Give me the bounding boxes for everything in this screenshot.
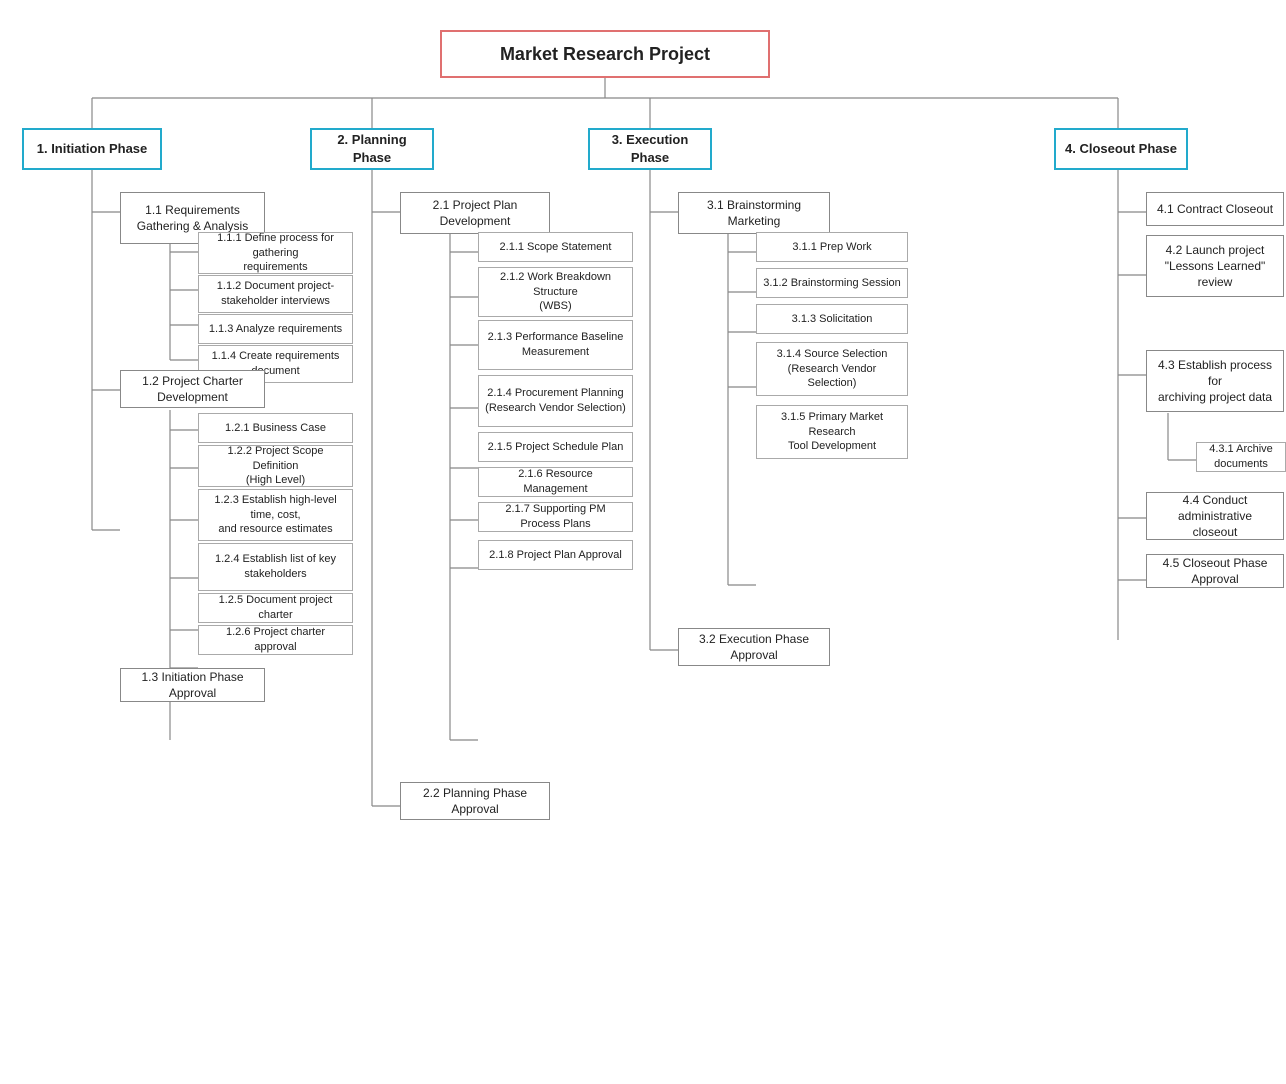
phase-3-header: 3. Execution Phase xyxy=(588,128,712,170)
node-4-2: 4.2 Launch project "Lessons Learned" rev… xyxy=(1146,235,1284,297)
node-2-1-1: 2.1.1 Scope Statement xyxy=(478,232,633,262)
node-3-1-3: 3.1.3 Solicitation xyxy=(756,304,908,334)
node-2-1-6: 2.1.6 Resource Management xyxy=(478,467,633,497)
node-2-1-5: 2.1.5 Project Schedule Plan xyxy=(478,432,633,462)
node-1-1-3: 1.1.3 Analyze requirements xyxy=(198,314,353,344)
node-4-5: 4.5 Closeout Phase Approval xyxy=(1146,554,1284,588)
wbs-canvas: Market Research Project 1. Initiation Ph… xyxy=(10,20,1270,1040)
node-1-2: 1.2 Project Charter Development xyxy=(120,370,265,408)
node-1-1-1: 1.1.1 Define process for gathering requi… xyxy=(198,232,353,274)
node-2-1-3: 2.1.3 Performance Baseline Measurement xyxy=(478,320,633,370)
node-4-4: 4.4 Conduct administrative closeout xyxy=(1146,492,1284,540)
node-2-1-2: 2.1.2 Work Breakdown Structure (WBS) xyxy=(478,267,633,317)
root-node: Market Research Project xyxy=(440,30,770,78)
node-3-1-4: 3.1.4 Source Selection (Research Vendor … xyxy=(756,342,908,396)
node-3-2: 3.2 Execution Phase Approval xyxy=(678,628,830,666)
node-4-3-1: 4.3.1 Archive documents xyxy=(1196,442,1286,472)
node-3-1-5: 3.1.5 Primary Market Research Tool Devel… xyxy=(756,405,908,459)
node-2-1-7: 2.1.7 Supporting PM Process Plans xyxy=(478,502,633,532)
node-4-3: 4.3 Establish process for archiving proj… xyxy=(1146,350,1284,412)
node-1-2-3: 1.2.3 Establish high-level time, cost, a… xyxy=(198,489,353,541)
node-1-2-5: 1.2.5 Document project charter xyxy=(198,593,353,623)
node-1-2-1: 1.2.1 Business Case xyxy=(198,413,353,443)
node-1-2-4: 1.2.4 Establish list of key stakeholders xyxy=(198,543,353,591)
phase-2-header: 2. Planning Phase xyxy=(310,128,434,170)
phase-1-header: 1. Initiation Phase xyxy=(22,128,162,170)
node-1-1-2: 1.1.2 Document project- stakeholder inte… xyxy=(198,275,353,313)
node-3-1-1: 3.1.1 Prep Work xyxy=(756,232,908,262)
node-2-1: 2.1 Project Plan Development xyxy=(400,192,550,234)
wbs-diagram: Market Research Project 1. Initiation Ph… xyxy=(0,0,1286,1060)
node-1-2-6: 1.2.6 Project charter approval xyxy=(198,625,353,655)
node-4-1: 4.1 Contract Closeout xyxy=(1146,192,1284,226)
node-3-1-2: 3.1.2 Brainstorming Session xyxy=(756,268,908,298)
node-2-2: 2.2 Planning Phase Approval xyxy=(400,782,550,820)
node-1-3: 1.3 Initiation Phase Approval xyxy=(120,668,265,702)
phase-4-header: 4. Closeout Phase xyxy=(1054,128,1188,170)
node-2-1-8: 2.1.8 Project Plan Approval xyxy=(478,540,633,570)
node-2-1-4: 2.1.4 Procurement Planning (Research Ven… xyxy=(478,375,633,427)
node-1-2-2: 1.2.2 Project Scope Definition (High Lev… xyxy=(198,445,353,487)
node-3-1: 3.1 Brainstorming Marketing xyxy=(678,192,830,234)
